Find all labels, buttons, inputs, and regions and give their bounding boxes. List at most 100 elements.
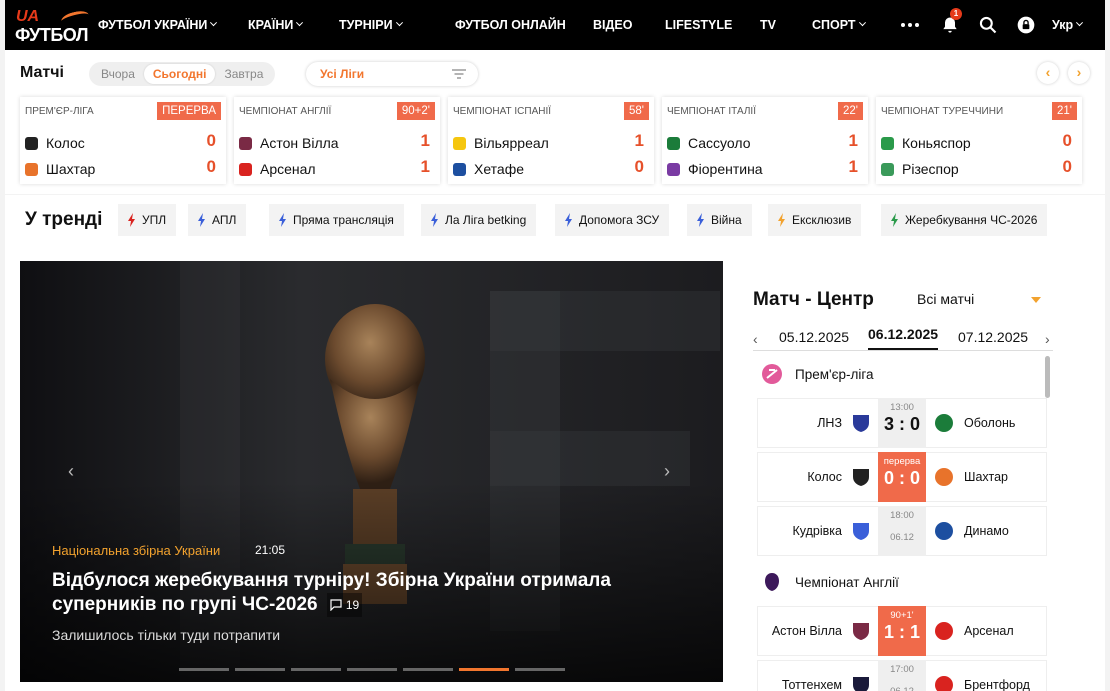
slider-dot[interactable]	[179, 668, 229, 671]
slider-dot[interactable]	[347, 668, 397, 671]
chevron-down-icon	[395, 18, 403, 26]
trend-tag[interactable]: Ла Ліга betking	[421, 204, 537, 236]
home-team-name: ЛНЗ	[817, 416, 842, 430]
match-card[interactable]: ЧЕМПІОНАТ ТУРЕЧЧИНИ 21' Коньяспор 0 Різе…	[876, 97, 1082, 184]
slider-dot[interactable]	[291, 668, 341, 671]
match-card[interactable]: ЧЕМПІОНАТ ІСПАНІЇ 58' Вільярреал 1 Хетаф…	[448, 97, 654, 184]
league-filter-select[interactable]: Усі Ліги	[306, 62, 478, 86]
card-away-team: Шахтар	[25, 161, 95, 177]
nav-label: TV	[760, 18, 776, 32]
match-row[interactable]: Колос перерва 0 : 0 Шахтар	[757, 452, 1047, 502]
score-box: перерва 0 : 0	[878, 452, 926, 502]
nav-item-tv[interactable]: TV	[760, 0, 776, 50]
match-list-scrollbar[interactable]	[1045, 356, 1050, 398]
matches-next-button[interactable]: ›	[1068, 62, 1090, 84]
trend-tag[interactable]: Війна	[687, 204, 752, 236]
caret-down-icon[interactable]	[1031, 297, 1041, 303]
nav-item-krainy[interactable]: КРАЇНИ	[248, 0, 304, 50]
site-logo[interactable]: UA ФУТБОЛ	[15, 8, 91, 45]
match-filter-select[interactable]: Всі матчі	[917, 291, 974, 307]
match-card[interactable]: ПРЕМ'ЄР-ЛІГА ПЕРЕРВА Колос 0 Шахтар 0	[20, 97, 226, 184]
tab-tomorrow[interactable]: Завтра	[215, 64, 272, 84]
date-next-button[interactable]: ›	[1045, 331, 1050, 347]
trend-tag[interactable]: Пряма трансляція	[269, 204, 404, 236]
more-menu-button[interactable]	[898, 13, 922, 37]
home-team-crest-icon	[853, 623, 869, 640]
trend-tag[interactable]: Допомога ЗСУ	[555, 204, 670, 236]
trend-tag-label: Війна	[711, 213, 742, 227]
trending-bar: У тренді УПЛ АПЛ Пряма трансляція Ла Ліг…	[5, 195, 1105, 245]
match-row[interactable]: Кудрівка 18:00 06.12 Динамо	[757, 506, 1047, 556]
card-away-team: Різеспор	[881, 161, 959, 177]
league-header[interactable]: Прем'єр-ліга	[753, 356, 1043, 392]
account-button[interactable]	[1014, 13, 1038, 37]
match-row[interactable]: Тоттенхем 17:00 06.12 Брентфорд	[757, 660, 1047, 691]
card-home-team: Колос	[25, 135, 85, 151]
nav-item-futbol-online[interactable]: ФУТБОЛ ОНЛАЙН	[455, 0, 566, 50]
lightning-icon	[778, 213, 785, 227]
date-tab[interactable]: 07.12.2025	[958, 329, 1028, 345]
match-row[interactable]: Астон Вілла 90+1' 1 : 1 Арсенал	[757, 606, 1047, 656]
team-crest-icon	[881, 136, 894, 150]
date-tab[interactable]: 05.12.2025	[779, 329, 849, 345]
trend-tag[interactable]: УПЛ	[118, 204, 177, 236]
nav-item-turniry[interactable]: ТУРНІРИ	[339, 0, 403, 50]
article-headline[interactable]: Відбулося жеребкування турніру! Збірна У…	[52, 569, 672, 617]
nav-item-sport[interactable]: СПОРТ	[812, 0, 866, 50]
slider-dot[interactable]	[459, 668, 509, 671]
nav-item-lifestyle[interactable]: LIFESTYLE	[665, 0, 732, 50]
league-name: Чемпіонат Англії	[795, 574, 899, 590]
date-prev-button[interactable]: ‹	[753, 331, 758, 347]
match-row[interactable]: ЛНЗ 13:00 3 : 0 Оболонь	[757, 398, 1047, 448]
tab-yesterday[interactable]: Вчора	[92, 64, 144, 84]
comments-count[interactable]: 19	[326, 593, 363, 617]
tab-today[interactable]: Сьогодні	[143, 64, 216, 84]
trend-tag[interactable]: Ексклюзив	[768, 204, 862, 236]
match-score: 0 : 0	[883, 468, 921, 488]
hero-next-arrow[interactable]: ›	[664, 461, 670, 482]
chevron-down-icon	[296, 18, 304, 26]
away-team-name: Оболонь	[964, 416, 1016, 430]
chevron-right-icon: ›	[1045, 331, 1050, 347]
match-card[interactable]: ЧЕМПІОНАТ ІТАЛІЇ 22' Сассуоло 1 Фіоренти…	[662, 97, 868, 184]
slider-dot[interactable]	[515, 668, 565, 671]
trend-tag[interactable]: АПЛ	[188, 204, 247, 236]
language-selector[interactable]: Укр	[1052, 0, 1084, 50]
nav-item-futbol-ukrainy[interactable]: ФУТБОЛ УКРАЇНИ	[98, 0, 218, 50]
notifications-button[interactable]: 1	[938, 8, 962, 37]
league-header[interactable]: Чемпіонат Англії	[753, 564, 1043, 600]
match-date: 06.12	[878, 686, 926, 691]
slider-dot[interactable]	[235, 668, 285, 671]
chevron-left-icon: ‹	[1045, 64, 1051, 80]
comment-icon	[330, 599, 342, 611]
card-away-score: 0	[206, 157, 216, 176]
match-time-status: перерва	[883, 456, 921, 467]
team-name: Астон Вілла	[260, 135, 339, 151]
nav-item-video[interactable]: ВІДЕО	[593, 0, 632, 50]
trend-tag[interactable]: Жеребкування ЧС-2026	[881, 204, 1048, 236]
nav-label: СПОРТ	[812, 18, 856, 32]
hero-slider[interactable]: ‹ › Національна збірна України 21:05 Від…	[20, 261, 723, 682]
card-home-team: Вільярреал	[453, 135, 549, 151]
date-tab-active[interactable]: 06.12.2025	[868, 326, 939, 350]
slider-dot[interactable]	[403, 668, 453, 671]
team-name: Фіорентина	[688, 161, 763, 177]
home-team-crest-icon	[853, 677, 869, 691]
match-card[interactable]: ЧЕМПІОНАТ АНГЛІЇ 90+2' Астон Вілла 1 Арс…	[234, 97, 440, 184]
card-league: ЧЕМПІОНАТ ТУРЕЧЧИНИ	[881, 106, 1004, 117]
search-button[interactable]	[976, 13, 1000, 37]
card-status-badge: 58'	[624, 102, 649, 120]
match-center-title: Матч - Центр	[753, 289, 874, 310]
home-team-crest-icon	[853, 469, 869, 486]
lightning-icon	[198, 213, 205, 227]
article-category[interactable]: Національна збірна України	[52, 543, 220, 558]
matches-prev-button[interactable]: ‹	[1037, 62, 1059, 84]
team-name: Шахтар	[46, 161, 96, 177]
chevron-down-icon	[858, 18, 866, 26]
chevron-down-icon	[1076, 18, 1084, 26]
team-name: Коньяспор	[902, 135, 971, 151]
card-home-team: Сассуоло	[667, 135, 750, 151]
article-time: 21:05	[255, 543, 286, 557]
home-team-name: Тоттенхем	[781, 678, 842, 691]
hero-prev-arrow[interactable]: ‹	[68, 461, 74, 482]
